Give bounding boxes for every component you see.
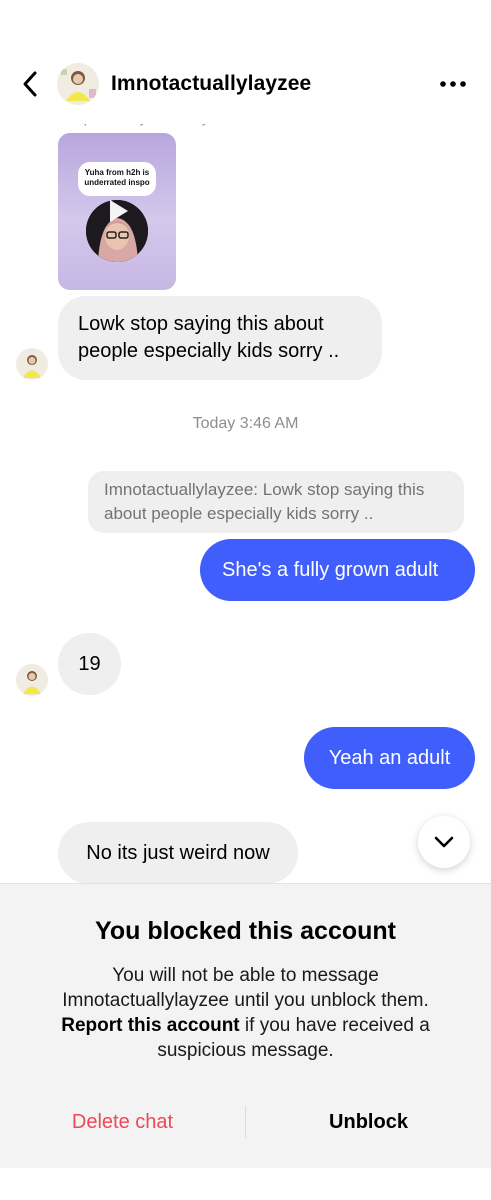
blocked-title: You blocked this account (95, 917, 396, 945)
blocked-desc-text: You will not be able to message Imnotact… (62, 965, 429, 1011)
message-timestamp: Today 3:46 AM (192, 415, 299, 432)
story-sticker-text: Yuha from h2h is underrated inspo (78, 162, 156, 196)
scroll-to-bottom-button[interactable] (418, 816, 470, 868)
blocked-account-panel: You blocked this account You will not be… (0, 883, 491, 1168)
header-username[interactable]: Imnotactuallylayzee (111, 72, 311, 96)
message-bubble-incoming[interactable]: Lowk stop saying this about people espec… (58, 296, 382, 380)
message-text: She's a fully grown adult (222, 558, 439, 581)
play-icon[interactable] (102, 196, 132, 226)
quoted-message-text: Imnotactuallylayzee: Lowk stop saying th… (104, 480, 425, 523)
message-text: Yeah an adult (328, 746, 451, 769)
bottom-safe-area (0, 1168, 491, 1200)
more-horizontal-icon (440, 81, 466, 87)
delete-chat-button[interactable]: Delete chat (0, 1111, 245, 1134)
blocked-actions: Delete chat Unblock (0, 1106, 491, 1142)
header-avatar[interactable] (57, 63, 99, 105)
report-account-link[interactable]: Report this account (61, 1015, 239, 1036)
story-preview[interactable]: Yuha from h2h is underrated inspo (58, 133, 176, 290)
message-bubble-incoming[interactable]: No its just weird now (58, 822, 298, 884)
chevron-down-icon (434, 836, 454, 848)
sender-avatar[interactable] (16, 348, 48, 380)
chevron-left-icon (23, 71, 37, 97)
message-text: Lowk stop saying this about people espec… (78, 313, 340, 362)
quoted-message[interactable]: Imnotactuallylayzee: Lowk stop saying th… (88, 471, 464, 533)
blocked-description: You will not be able to message Imnotact… (30, 963, 461, 1063)
message-bubble-outgoing[interactable]: Yeah an adult (304, 727, 475, 789)
message-bubble-incoming[interactable]: 19 (58, 633, 121, 695)
sender-avatar[interactable] (16, 664, 48, 696)
unblock-button[interactable]: Unblock (246, 1111, 491, 1134)
more-options-button[interactable] (437, 70, 469, 98)
back-button[interactable] (14, 68, 46, 100)
message-text: No its just weird now (86, 841, 270, 864)
chat-header: Imnotactuallylayzee (0, 48, 491, 124)
message-bubble-outgoing[interactable]: She's a fully grown adult (200, 539, 475, 601)
message-text: 19 (78, 652, 101, 675)
